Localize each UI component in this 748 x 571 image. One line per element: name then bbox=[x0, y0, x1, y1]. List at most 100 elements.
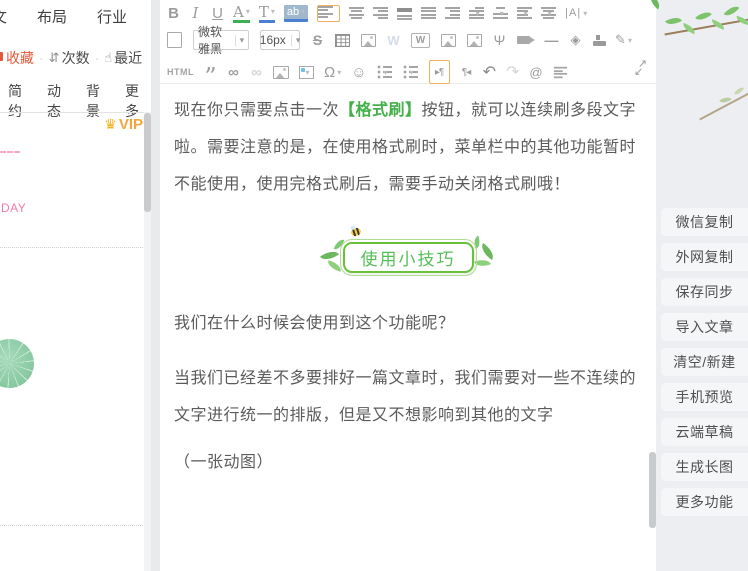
font-color-icon[interactable]: A bbox=[233, 3, 250, 23]
filter-count[interactable]: ⇵ 次数 bbox=[34, 48, 90, 68]
highlight-ab-icon[interactable]: ab bbox=[284, 5, 308, 22]
bullet-list-icon[interactable] bbox=[403, 65, 419, 79]
image-icon[interactable] bbox=[361, 34, 376, 47]
editor-toolbar: BIUATab |A| 微软雅黑 16px S WW Ψ — ◈ ✎ HTML ” ∞ ∞ Ω ☺ ▸¶ ¶◂… bbox=[160, 0, 656, 84]
align-center-icon[interactable] bbox=[349, 7, 364, 20]
text-frame-icon[interactable] bbox=[273, 66, 289, 79]
indent-icon[interactable] bbox=[445, 7, 460, 20]
text-bg-color-icon[interactable]: T bbox=[259, 3, 275, 23]
word-paste-icon[interactable]: W bbox=[387, 30, 400, 50]
new-page-icon[interactable] bbox=[167, 32, 182, 48]
video-icon[interactable] bbox=[517, 36, 530, 44]
tip-badge: 使用小技巧 bbox=[343, 229, 474, 277]
template-separator bbox=[0, 525, 145, 526]
filter-collect[interactable]: 收藏 bbox=[4, 48, 34, 68]
align-right-icon[interactable] bbox=[373, 7, 388, 20]
tab-layout[interactable]: 布局 bbox=[37, 6, 67, 27]
word-import-icon[interactable]: W bbox=[411, 33, 430, 48]
align-full-icon[interactable] bbox=[421, 7, 436, 20]
import-article-button[interactable]: 导入文章 bbox=[661, 313, 748, 341]
leaf-icon bbox=[695, 8, 712, 24]
toolbar-row-3: HTML ” ∞ ∞ Ω ☺ ▸¶ ¶◂ ↶ ↷ @ bbox=[167, 57, 630, 87]
paragraph[interactable]: 当我们已经差不多要排好一篇文章时，我们需要对一些不连续的文字进行统一的排版，但是… bbox=[160, 360, 656, 434]
filter-recent[interactable]: ☝ 最近 bbox=[90, 48, 143, 68]
special-char-icon[interactable]: Ω bbox=[324, 62, 341, 82]
redo-icon[interactable]: ↷ bbox=[506, 62, 519, 82]
find-replace-icon[interactable]: @ bbox=[529, 62, 542, 82]
letter-spacing-icon[interactable] bbox=[493, 7, 508, 20]
bold-icon[interactable]: B bbox=[167, 3, 180, 23]
unlink-icon[interactable]: ∞ bbox=[250, 62, 263, 82]
leaf-icon bbox=[665, 14, 682, 28]
vip-label: VIP bbox=[119, 116, 143, 133]
tip-badge-button[interactable]: 使用小技巧 bbox=[343, 242, 474, 273]
category-background[interactable]: 背景 bbox=[86, 81, 112, 121]
panel-tabs: 文 布局 行业 bbox=[0, 6, 127, 27]
tab-text[interactable]: 文 bbox=[0, 6, 7, 27]
highlighted-text: 【格式刷】 bbox=[339, 102, 422, 119]
ltr-paragraph-icon[interactable]: ▸¶ bbox=[429, 60, 450, 84]
horizontal-line-icon[interactable]: — bbox=[545, 30, 558, 50]
gallery-icon[interactable] bbox=[441, 34, 456, 47]
more-functions-button[interactable]: 更多功能 bbox=[661, 488, 748, 516]
paragraph[interactable]: 我们在什么时候会使用到这个功能呢？ bbox=[160, 305, 656, 342]
crown-icon: ♛ bbox=[104, 116, 117, 133]
outline-icon[interactable] bbox=[553, 66, 566, 77]
star-icon bbox=[0, 52, 3, 61]
clear-new-button[interactable]: 清空/新建 bbox=[661, 348, 748, 376]
tab-industry[interactable]: 行业 bbox=[97, 6, 127, 27]
one-key-format-icon[interactable]: ✎ bbox=[617, 30, 630, 50]
font-family-select[interactable]: 微软雅黑 bbox=[193, 30, 249, 50]
audio-icon[interactable]: Ψ bbox=[493, 30, 506, 50]
paragraph[interactable]: 现在你只需要点击一次【格式刷】按钮，就可以连续刷多段文字啦。需要注意的是，在使用… bbox=[160, 92, 656, 203]
left-scrollbar-thumb[interactable] bbox=[144, 113, 151, 212]
undo-icon[interactable]: ↶ bbox=[483, 62, 496, 82]
font-size-select[interactable]: 16px bbox=[260, 30, 300, 50]
templates-panel: 文布局行业 收藏 ⇵ 次数 ☝ 最近 简约动态背景更多 ♛ VIP DAY bbox=[0, 0, 151, 571]
strikethrough-icon[interactable]: S bbox=[311, 30, 324, 50]
actions-sidebar: 微信复制外网复制保存同步导入文章清空/新建手机预览云端草稿生成长图更多功能 bbox=[656, 0, 748, 571]
phone-preview-button[interactable]: 手机预览 bbox=[661, 383, 748, 411]
paragraph-text: 现在你只需要点击一次 bbox=[174, 102, 339, 119]
long-image-button[interactable]: 生成长图 bbox=[661, 453, 748, 481]
first-line-indent-icon[interactable] bbox=[469, 7, 484, 20]
category-dynamic[interactable]: 动态 bbox=[47, 81, 73, 121]
wechat-copy-button[interactable]: 微信复制 bbox=[661, 208, 748, 236]
eraser-icon[interactable]: ◈ bbox=[569, 30, 582, 50]
category-minimal[interactable]: 简约 bbox=[8, 81, 34, 121]
rtl-paragraph-icon[interactable]: ¶◂ bbox=[460, 62, 473, 82]
external-copy-button[interactable]: 外网复制 bbox=[661, 243, 748, 271]
fullscreen-icon[interactable] bbox=[634, 62, 647, 75]
branch-decoration bbox=[699, 90, 748, 120]
panel-editor-divider bbox=[151, 0, 160, 571]
hand-icon: ☝ bbox=[104, 50, 112, 66]
ordered-list-icon[interactable] bbox=[377, 65, 393, 79]
paragraph-spacing-icon[interactable] bbox=[541, 7, 556, 20]
left-scrollbar-track[interactable] bbox=[144, 112, 151, 571]
link-icon[interactable]: ∞ bbox=[227, 62, 240, 82]
underline-icon[interactable]: U bbox=[211, 3, 224, 23]
align-justify-icon[interactable] bbox=[397, 7, 412, 20]
align-left-icon[interactable] bbox=[317, 5, 340, 22]
border-style-icon[interactable] bbox=[299, 66, 314, 79]
editor-scrollbar-thumb[interactable] bbox=[649, 452, 656, 528]
emoji-icon[interactable]: ☺ bbox=[351, 62, 366, 82]
toolbar-row-2: 微软雅黑 16px S WW Ψ — ◈ ✎ bbox=[167, 30, 630, 50]
save-sync-button[interactable]: 保存同步 bbox=[661, 278, 748, 306]
panel-divider bbox=[0, 112, 148, 113]
panel-filters: 收藏 ⇵ 次数 ☝ 最近 bbox=[4, 48, 142, 68]
vip-badge[interactable]: ♛ VIP bbox=[104, 116, 143, 133]
blockquote-icon[interactable]: ” bbox=[204, 57, 217, 87]
editor-content[interactable]: 现在你只需要点击一次【格式刷】按钮，就可以连续刷多段文字啦。需要注意的是，在使用… bbox=[160, 84, 656, 571]
italic-icon[interactable]: I bbox=[189, 3, 202, 23]
table-icon[interactable] bbox=[335, 34, 350, 47]
cloud-draft-button[interactable]: 云端草稿 bbox=[661, 418, 748, 446]
action-buttons: 微信复制外网复制保存同步导入文章清空/新建手机预览云端草稿生成长图更多功能 bbox=[661, 208, 748, 523]
line-height-icon[interactable] bbox=[517, 7, 532, 20]
screenshot-icon[interactable] bbox=[467, 34, 482, 47]
html-icon[interactable]: HTML bbox=[167, 62, 194, 82]
format-brush-icon[interactable] bbox=[593, 41, 606, 46]
paragraph[interactable]: （一张动图） bbox=[160, 444, 656, 481]
template-thumbnail-image[interactable] bbox=[0, 339, 34, 388]
case-icon[interactable]: |A| bbox=[565, 3, 588, 23]
